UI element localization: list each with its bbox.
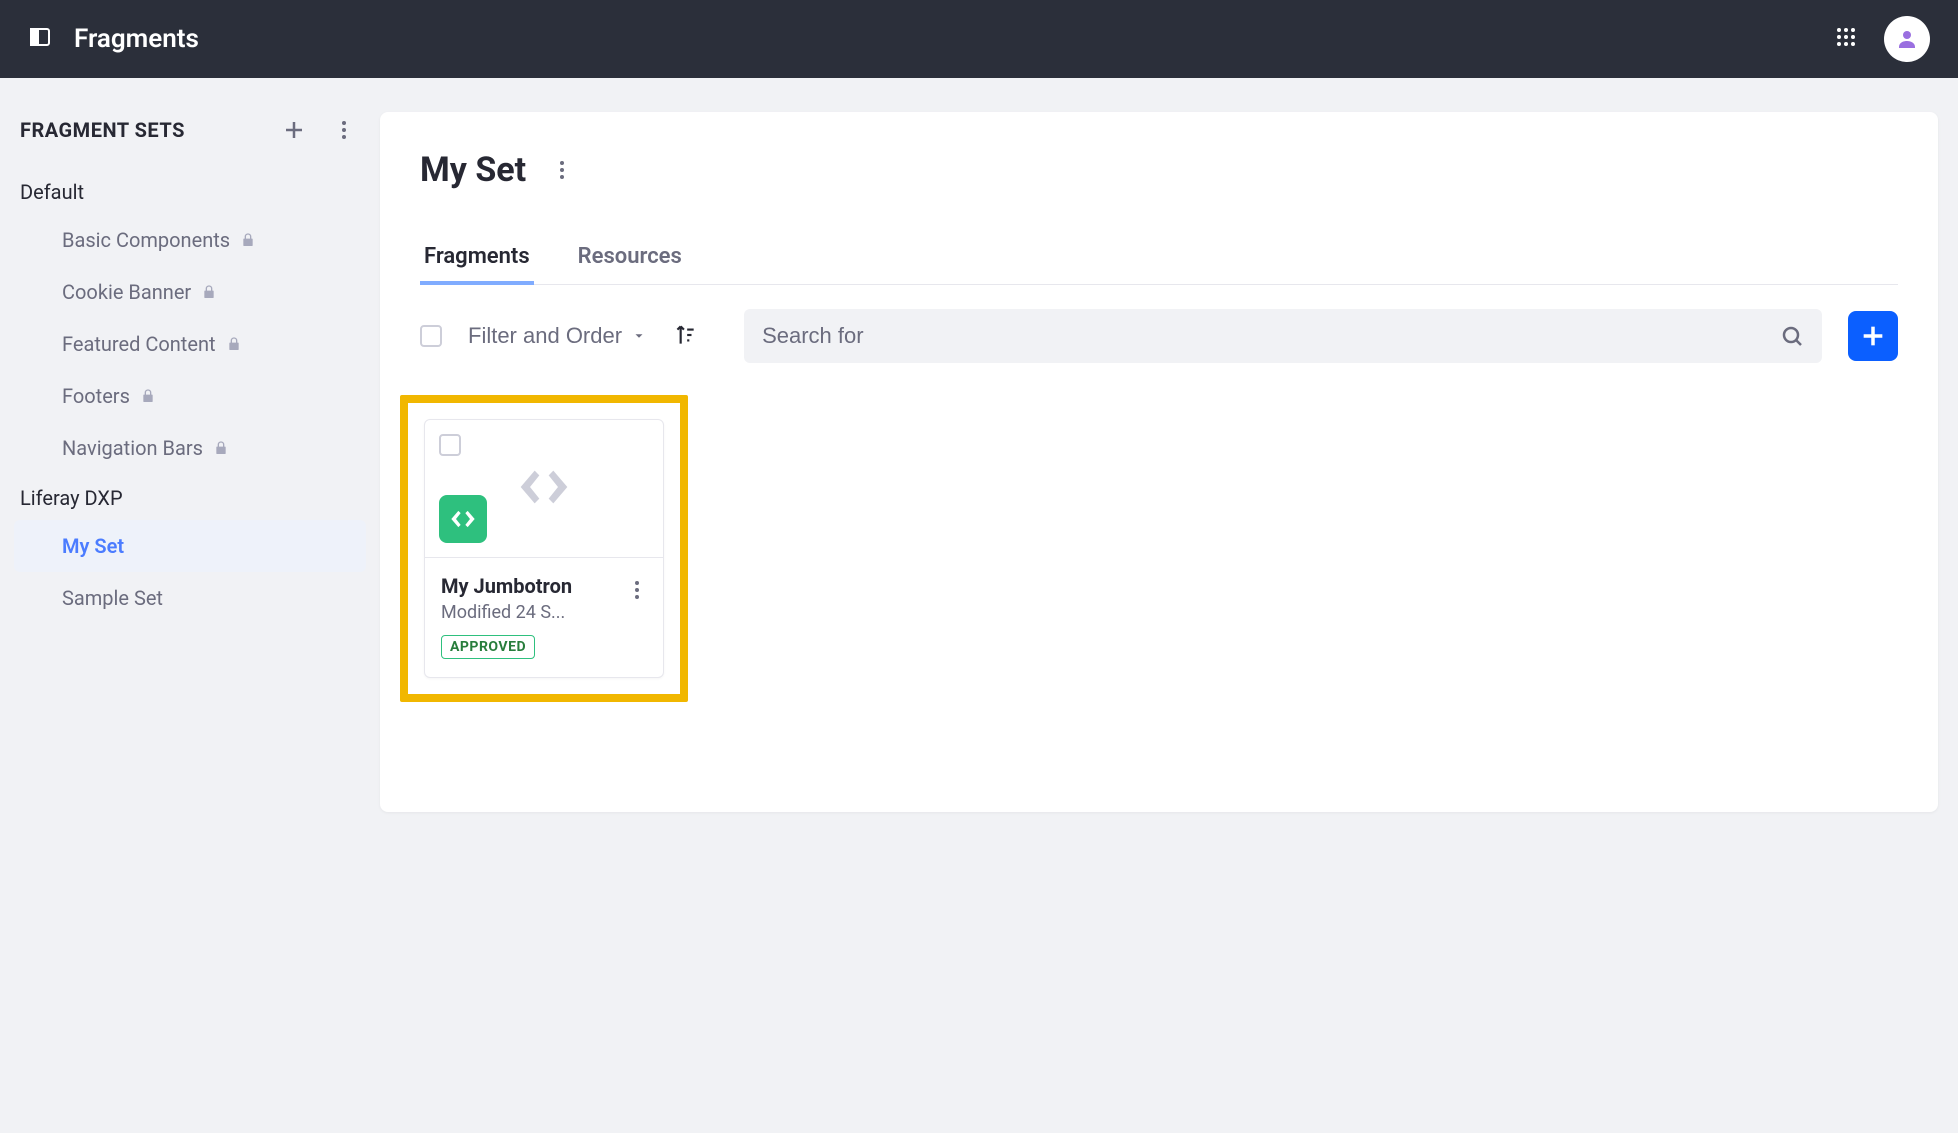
sidebar-item-label: Sample Set bbox=[62, 586, 163, 610]
panel: My Set Fragments Resources Filter and Or… bbox=[380, 112, 1938, 812]
tabs: Fragments Resources bbox=[420, 232, 1898, 285]
layout: FRAGMENT SETS Default Basic Components C… bbox=[0, 78, 1958, 832]
sidebar-item-basic-components[interactable]: Basic Components bbox=[14, 214, 366, 266]
sidebar-more-button[interactable] bbox=[328, 114, 360, 146]
sidebar-item-cookie-banner[interactable]: Cookie Banner bbox=[14, 266, 366, 318]
sidebar-item-featured-content[interactable]: Featured Content bbox=[14, 318, 366, 370]
sidebar-item-label: My Set bbox=[62, 534, 124, 558]
toolbar: Filter and Order bbox=[420, 309, 1898, 363]
sidebar-group-liferay-dxp: Liferay DXP My Set Sample Set bbox=[14, 474, 366, 624]
nav-list: My Set Sample Set bbox=[14, 520, 366, 624]
panel-toggle-icon[interactable] bbox=[28, 25, 52, 53]
card-more-button[interactable] bbox=[621, 574, 653, 606]
sidebar-group-label: Liferay DXP bbox=[14, 474, 366, 520]
sidebar-header-actions bbox=[278, 114, 360, 146]
sidebar-group-default: Default Basic Components Cookie Banner F… bbox=[14, 168, 366, 474]
sidebar-item-label: Navigation Bars bbox=[62, 436, 203, 460]
panel-more-button[interactable] bbox=[546, 154, 578, 186]
sidebar-header: FRAGMENT SETS bbox=[14, 114, 366, 168]
code-icon bbox=[516, 466, 572, 512]
lock-icon bbox=[226, 336, 242, 352]
sidebar-item-sample-set[interactable]: Sample Set bbox=[14, 572, 366, 624]
tab-resources[interactable]: Resources bbox=[574, 232, 686, 285]
filter-order-label: Filter and Order bbox=[468, 323, 622, 349]
panel-title: My Set bbox=[420, 150, 526, 190]
status-badge: APPROVED bbox=[441, 635, 535, 659]
add-fragment-button[interactable] bbox=[1848, 311, 1898, 361]
select-all-checkbox[interactable] bbox=[420, 325, 442, 347]
sidebar-item-label: Cookie Banner bbox=[62, 280, 191, 304]
sidebar-item-label: Footers bbox=[62, 384, 130, 408]
lock-icon bbox=[140, 388, 156, 404]
search-wrap bbox=[744, 309, 1822, 363]
card-type-badge bbox=[439, 495, 487, 543]
lock-icon bbox=[201, 284, 217, 300]
topbar-left: Fragments bbox=[28, 24, 199, 54]
card-title: My Jumbotron bbox=[441, 574, 601, 598]
sidebar-item-footers[interactable]: Footers bbox=[14, 370, 366, 422]
sidebar-title: FRAGMENT SETS bbox=[20, 118, 185, 142]
add-set-button[interactable] bbox=[278, 114, 310, 146]
card-preview bbox=[425, 420, 663, 558]
search-icon[interactable] bbox=[1780, 324, 1804, 348]
card-subtitle: Modified 24 S... bbox=[441, 602, 601, 623]
topbar-right bbox=[1834, 16, 1930, 62]
main: My Set Fragments Resources Filter and Or… bbox=[380, 78, 1958, 832]
sidebar-item-navigation-bars[interactable]: Navigation Bars bbox=[14, 422, 366, 474]
nav-list: Basic Components Cookie Banner Featured … bbox=[14, 214, 366, 474]
caret-down-icon bbox=[632, 329, 646, 343]
sort-direction-button[interactable] bbox=[672, 322, 698, 351]
filter-order-button[interactable]: Filter and Order bbox=[468, 323, 646, 349]
card-actions bbox=[621, 574, 653, 606]
sidebar-item-label: Featured Content bbox=[62, 332, 216, 356]
topbar: Fragments bbox=[0, 0, 1958, 78]
panel-header: My Set bbox=[420, 150, 1898, 190]
highlight-box: My Jumbotron Modified 24 S... APPROVED bbox=[400, 395, 688, 702]
sidebar-item-my-set[interactable]: My Set bbox=[14, 520, 366, 572]
app-title: Fragments bbox=[74, 24, 199, 54]
tab-fragments[interactable]: Fragments bbox=[420, 232, 534, 285]
card-checkbox[interactable] bbox=[439, 434, 461, 456]
user-avatar[interactable] bbox=[1884, 16, 1930, 62]
apps-grid-icon[interactable] bbox=[1834, 25, 1858, 53]
sidebar: FRAGMENT SETS Default Basic Components C… bbox=[0, 78, 380, 832]
lock-icon bbox=[240, 232, 256, 248]
search-input[interactable] bbox=[762, 323, 1780, 349]
fragment-card[interactable]: My Jumbotron Modified 24 S... APPROVED bbox=[424, 419, 664, 678]
card-body: My Jumbotron Modified 24 S... APPROVED bbox=[425, 558, 663, 677]
sidebar-group-label: Default bbox=[14, 168, 366, 214]
lock-icon bbox=[213, 440, 229, 456]
sidebar-item-label: Basic Components bbox=[62, 228, 230, 252]
